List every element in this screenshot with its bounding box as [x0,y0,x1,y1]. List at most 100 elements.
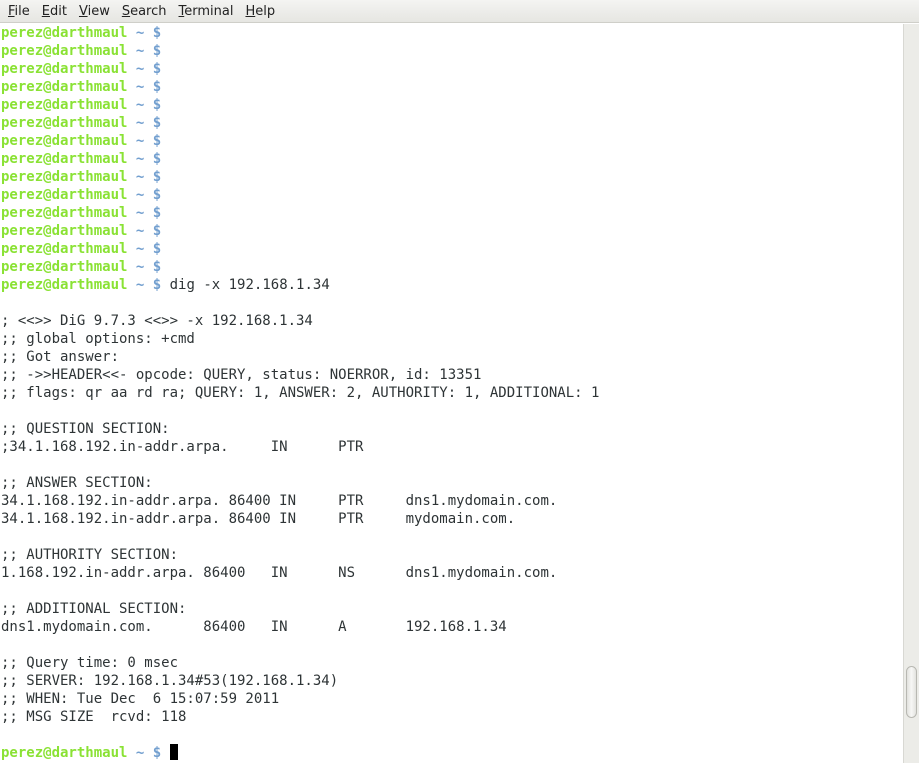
prompt-symbol: $ [152,259,162,275]
prompt-line: perez@darthmaul ~ $ dig -x 192.168.1.34 [1,276,599,294]
prompt-line: perez@darthmaul ~ $ [1,60,599,78]
prompt-path: ~ [135,79,145,95]
output-line: ;; ->>HEADER<<- opcode: QUERY, status: N… [1,367,482,383]
prompt-user-host: perez@darthmaul [1,115,128,131]
output-line: ;; Got answer: [1,349,120,365]
vertical-scrollbar[interactable] [903,24,919,763]
terminal-output[interactable]: perez@darthmaul ~ $ perez@darthmaul ~ $ … [0,24,903,763]
prompt-path: ~ [135,169,145,185]
prompt-user-host: perez@darthmaul [1,169,128,185]
output-line: 34.1.168.192.in-addr.arpa. 86400 IN PTR … [1,511,516,527]
menu-edit-mnemonic: E [41,3,50,19]
prompt-symbol: $ [152,43,162,59]
prompt-symbol: $ [152,223,162,239]
prompt-path: ~ [135,259,145,275]
output-line: ;; SERVER: 192.168.1.34#53(192.168.1.34) [1,673,339,689]
prompt-path: ~ [135,43,145,59]
prompt-user-host: perez@darthmaul [1,223,128,239]
prompt-line: perez@darthmaul ~ $ [1,24,599,42]
menu-search-mnemonic: S [121,3,131,19]
prompt-user-host: perez@darthmaul [1,133,128,149]
prompt-line: perez@darthmaul ~ $ [1,744,599,762]
prompt-user-host: perez@darthmaul [1,25,128,41]
prompt-symbol: $ [152,151,162,167]
prompt-symbol: $ [152,241,162,257]
menu-help[interactable]: Help [239,1,281,22]
command-text: dig -x 192.168.1.34 [169,277,330,293]
prompt-path: ~ [135,241,145,257]
prompt-path: ~ [135,61,145,77]
menu-view-mnemonic: V [78,3,88,19]
output-line: 34.1.168.192.in-addr.arpa. 86400 IN PTR … [1,493,558,509]
menu-edit-label: dit [50,3,67,19]
prompt-line: perez@darthmaul ~ $ [1,150,599,168]
menu-search[interactable]: Search [116,1,173,22]
prompt-user-host: perez@darthmaul [1,97,128,113]
prompt-user-host: perez@darthmaul [1,259,128,275]
prompt-line: perez@darthmaul ~ $ [1,114,599,132]
prompt-line: perez@darthmaul ~ $ [1,222,599,240]
scrollbar-thumb[interactable] [906,666,917,718]
prompt-path: ~ [135,205,145,221]
prompt-user-host: perez@darthmaul [1,745,128,761]
prompt-path: ~ [135,133,145,149]
output-line: ;; MSG SIZE rcvd: 118 [1,709,187,725]
output-line: ; <<>> DiG 9.7.3 <<>> -x 192.168.1.34 [1,313,313,329]
terminal-window: File Edit View Search Terminal Help pere… [0,0,919,763]
prompt-line: perez@darthmaul ~ $ [1,258,599,276]
output-line: ;; ADDITIONAL SECTION: [1,601,187,617]
prompt-user-host: perez@darthmaul [1,241,128,257]
prompt-path: ~ [135,97,145,113]
prompt-symbol: $ [152,25,162,41]
prompt-user-host: perez@darthmaul [1,277,128,293]
prompt-user-host: perez@darthmaul [1,79,128,95]
output-line: ;; flags: qr aa rd ra; QUERY: 1, ANSWER:… [1,385,600,401]
menu-edit[interactable]: Edit [36,1,73,22]
menu-terminal-label: erminal [184,3,234,19]
prompt-symbol: $ [152,133,162,149]
prompt-line: perez@darthmaul ~ $ [1,204,599,222]
prompt-user-host: perez@darthmaul [1,61,128,77]
prompt-user-host: perez@darthmaul [1,187,128,203]
output-line: ;34.1.168.192.in-addr.arpa. IN PTR [1,439,364,455]
output-line: 1.168.192.in-addr.arpa. 86400 IN NS dns1… [1,565,558,581]
prompt-line: perez@darthmaul ~ $ [1,186,599,204]
terminal-lines: perez@darthmaul ~ $ perez@darthmaul ~ $ … [1,24,599,762]
menubar: File Edit View Search Terminal Help [0,0,919,23]
menu-file-label: ile [14,3,30,19]
prompt-path: ~ [135,151,145,167]
output-line: ;; AUTHORITY SECTION: [1,547,179,563]
prompt-path: ~ [135,25,145,41]
menu-terminal[interactable]: Terminal [173,1,240,22]
prompt-symbol: $ [152,187,162,203]
prompt-user-host: perez@darthmaul [1,205,128,221]
prompt-symbol: $ [152,115,162,131]
output-line: ;; ANSWER SECTION: [1,475,153,491]
prompt-path: ~ [135,115,145,131]
prompt-line: perez@darthmaul ~ $ [1,132,599,150]
output-line: ;; WHEN: Tue Dec 6 15:07:59 2011 [1,691,280,707]
menu-view[interactable]: View [73,1,116,22]
menu-help-label: elp [255,3,276,19]
prompt-symbol: $ [152,277,162,293]
prompt-path: ~ [135,745,145,761]
prompt-line: perez@darthmaul ~ $ [1,78,599,96]
prompt-path: ~ [135,277,145,293]
prompt-line: perez@darthmaul ~ $ [1,240,599,258]
text-cursor [169,744,178,760]
prompt-user-host: perez@darthmaul [1,151,128,167]
prompt-symbol: $ [152,205,162,221]
prompt-symbol: $ [152,61,162,77]
prompt-line: perez@darthmaul ~ $ [1,96,599,114]
prompt-path: ~ [135,223,145,239]
menu-file[interactable]: File [2,1,36,22]
menu-search-label: earch [130,3,167,19]
menu-view-label: iew [87,3,110,19]
